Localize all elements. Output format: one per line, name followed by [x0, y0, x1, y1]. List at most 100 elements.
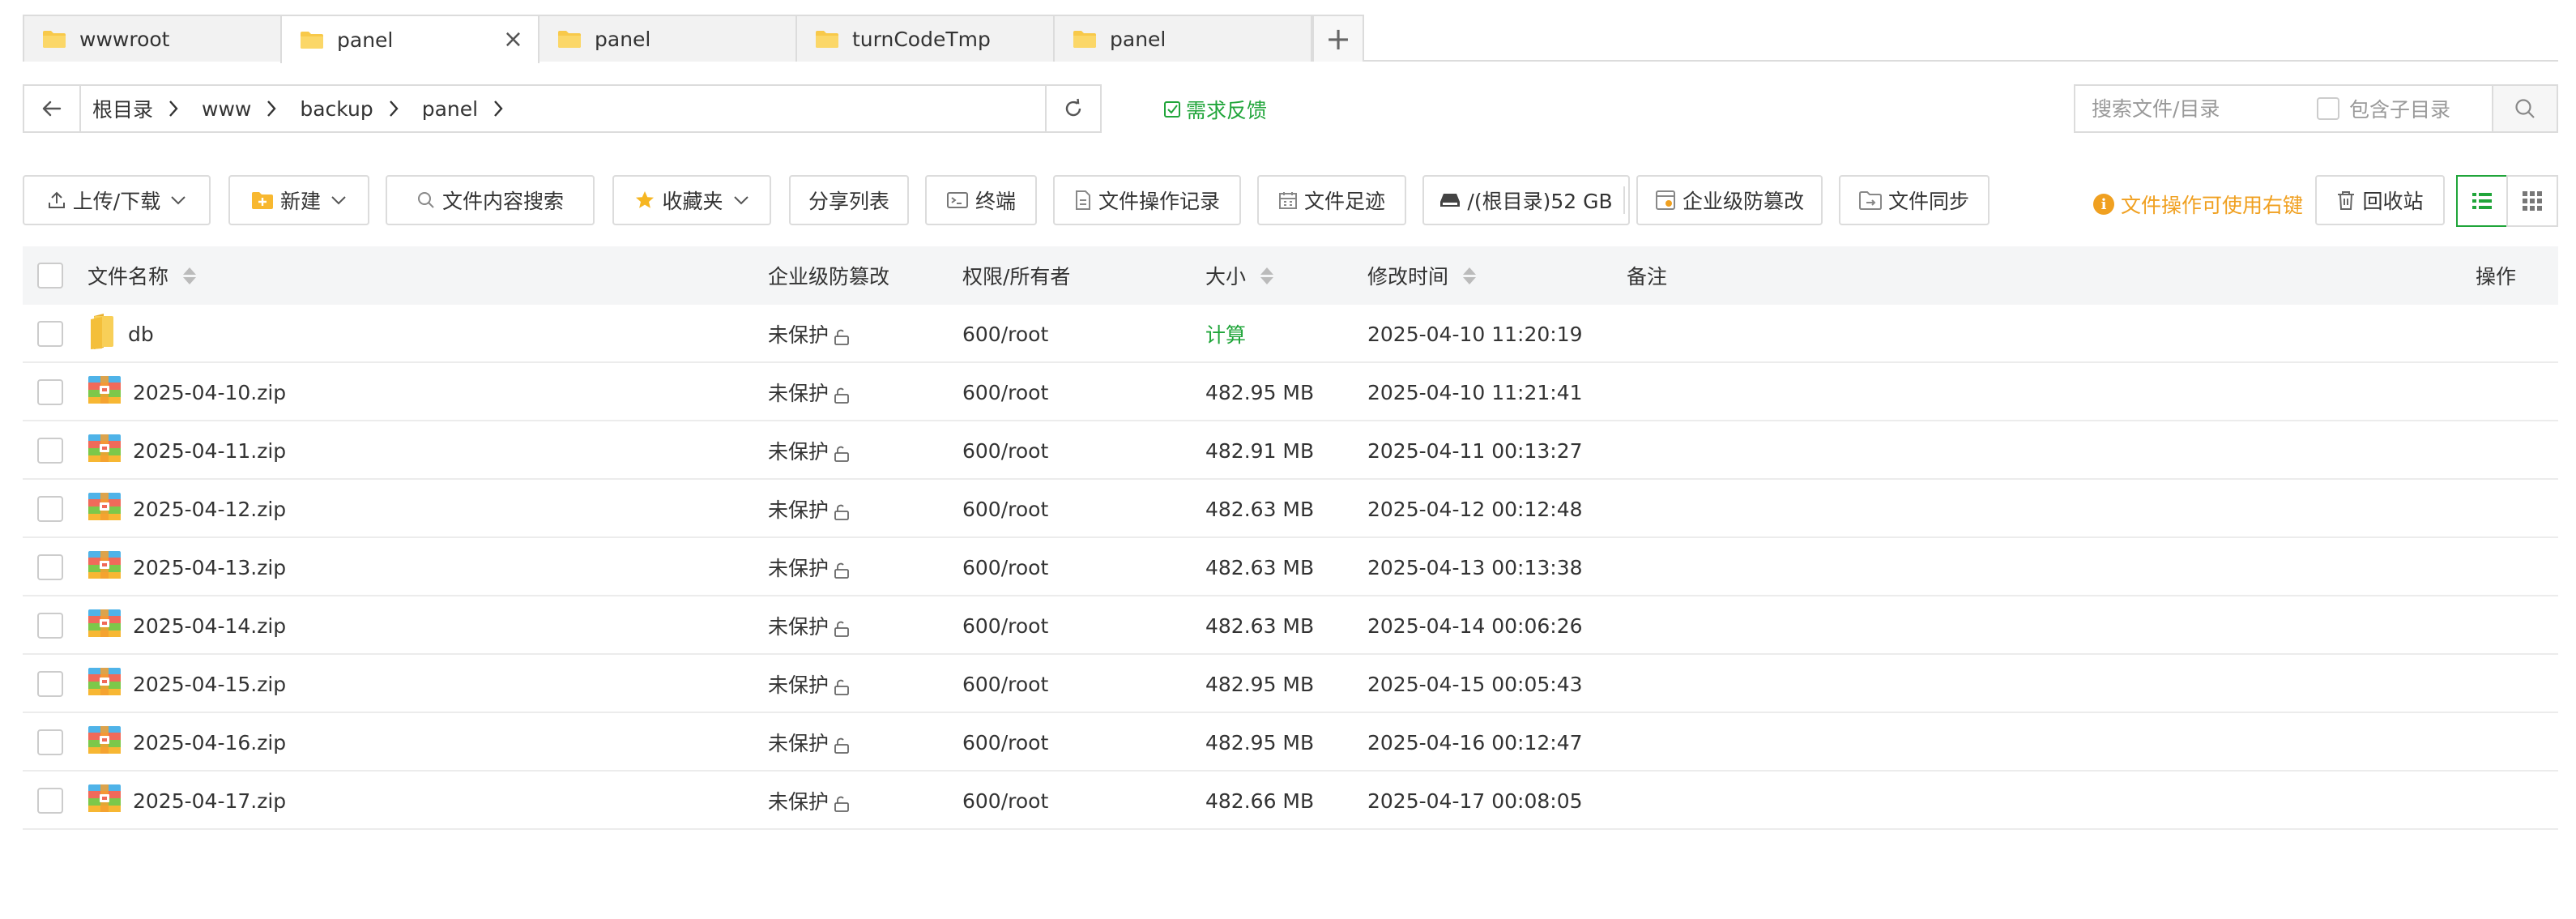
table-row[interactable]: 2025-04-13.zip 未保护 600/root 482.63 MB 20… — [23, 538, 2558, 596]
permission-cell[interactable]: 600/root — [962, 421, 1048, 480]
tamper-status-cell[interactable]: 未保护 — [768, 655, 850, 713]
permission-cell[interactable]: 600/root — [962, 538, 1048, 596]
breadcrumb-item-root[interactable]: 根目录 — [92, 94, 153, 123]
file-name[interactable]: db — [128, 323, 154, 346]
disk-button[interactable]: /(根目录)52 GB — [1422, 175, 1630, 225]
checkbox[interactable] — [37, 788, 63, 814]
new-button[interactable]: 新建 — [228, 175, 369, 225]
file-name-cell[interactable]: 2025-04-14.zip — [87, 596, 286, 655]
feedback-link[interactable]: 需求反馈 — [1163, 95, 1267, 124]
include-subdir-checkbox[interactable]: 包含子目录 — [2317, 94, 2450, 123]
file-name[interactable]: 2025-04-12.zip — [133, 498, 286, 521]
table-row[interactable]: 2025-04-12.zip 未保护 600/root 482.63 MB 20… — [23, 480, 2558, 538]
tamper-status-cell[interactable]: 未保护 — [768, 421, 850, 480]
grid-view-button[interactable] — [2506, 175, 2558, 227]
close-icon[interactable]: × — [503, 28, 523, 52]
permission[interactable]: 600/root — [962, 498, 1048, 521]
back-button[interactable] — [24, 86, 81, 131]
file-name[interactable]: 2025-04-10.zip — [133, 381, 286, 404]
row-checkbox[interactable] — [37, 713, 63, 772]
table-row[interactable]: 2025-04-10.zip 未保护 600/root 482.95 MB 20… — [23, 363, 2558, 421]
table-row[interactable]: 2025-04-15.zip 未保护 600/root 482.95 MB 20… — [23, 655, 2558, 713]
tamper-status[interactable]: 未保护 — [768, 611, 829, 640]
permission[interactable]: 600/root — [962, 381, 1048, 404]
unlock-icon[interactable] — [832, 328, 850, 346]
tamper-status-cell[interactable]: 未保护 — [768, 305, 850, 363]
row-checkbox[interactable] — [37, 596, 63, 655]
checkbox[interactable] — [37, 379, 63, 405]
checkbox[interactable] — [37, 321, 63, 347]
tamper-status-cell[interactable]: 未保护 — [768, 538, 850, 596]
tamper-status[interactable]: 未保护 — [768, 494, 829, 524]
permission[interactable]: 600/root — [962, 556, 1048, 579]
tab-panel[interactable]: panel — [538, 15, 797, 62]
file-name[interactable]: 2025-04-14.zip — [133, 614, 286, 638]
checkbox[interactable] — [37, 729, 63, 755]
sort-icon[interactable] — [183, 267, 197, 284]
share-list-button[interactable]: 分享列表 — [789, 175, 909, 225]
permission-cell[interactable]: 600/root — [962, 772, 1048, 830]
row-checkbox[interactable] — [37, 421, 63, 480]
tamper-status-cell[interactable]: 未保护 — [768, 363, 850, 421]
row-checkbox[interactable] — [37, 538, 63, 596]
header-size[interactable]: 大小 — [1205, 246, 1274, 305]
row-checkbox[interactable] — [37, 305, 63, 363]
unlock-icon[interactable] — [832, 620, 850, 638]
list-view-button[interactable] — [2456, 175, 2508, 227]
permission[interactable]: 600/root — [962, 673, 1048, 696]
file-name-cell[interactable]: db — [87, 305, 154, 363]
permission-cell[interactable]: 600/root — [962, 596, 1048, 655]
checkbox[interactable] — [2317, 97, 2339, 120]
tamper-status-cell[interactable]: 未保护 — [768, 713, 850, 772]
table-row[interactable]: 2025-04-11.zip 未保护 600/root 482.91 MB 20… — [23, 421, 2558, 480]
breadcrumb-item-www[interactable]: www — [202, 97, 251, 121]
tab-wwwroot[interactable]: wwwroot — [23, 15, 282, 62]
tab-turncodetmp[interactable]: turnCodeTmp — [795, 15, 1055, 62]
permission[interactable]: 600/root — [962, 731, 1048, 754]
refresh-button[interactable] — [1045, 86, 1100, 131]
tamper-status-cell[interactable]: 未保护 — [768, 480, 850, 538]
tamper-status[interactable]: 未保护 — [768, 436, 829, 465]
tamper-status[interactable]: 未保护 — [768, 786, 829, 815]
tab-panel-2[interactable]: panel — [1053, 15, 1312, 62]
unlock-icon[interactable] — [832, 562, 850, 579]
table-row[interactable]: 2025-04-14.zip 未保护 600/root 482.63 MB 20… — [23, 596, 2558, 655]
tamper-status[interactable]: 未保护 — [768, 728, 829, 757]
file-name[interactable]: 2025-04-15.zip — [133, 673, 286, 696]
tamper-proof-button[interactable]: 企业级防篡改 — [1636, 175, 1823, 225]
row-checkbox[interactable] — [37, 363, 63, 421]
search-button[interactable] — [2492, 86, 2557, 131]
permission-cell[interactable]: 600/root — [962, 480, 1048, 538]
file-name-cell[interactable]: 2025-04-10.zip — [87, 363, 286, 421]
permission-cell[interactable]: 600/root — [962, 305, 1048, 363]
file-name-cell[interactable]: 2025-04-17.zip — [87, 772, 286, 830]
tamper-status[interactable]: 未保护 — [768, 378, 829, 407]
row-checkbox[interactable] — [37, 655, 63, 713]
checkbox[interactable] — [37, 263, 63, 289]
permission-cell[interactable]: 600/root — [962, 363, 1048, 421]
content-search-button[interactable]: 文件内容搜索 — [386, 175, 595, 225]
header-name[interactable]: 文件名称 — [87, 246, 197, 305]
checkbox[interactable] — [37, 671, 63, 697]
file-name[interactable]: 2025-04-16.zip — [133, 731, 286, 754]
row-checkbox[interactable] — [37, 772, 63, 830]
header-mtime[interactable]: 修改时间 — [1367, 246, 1477, 305]
add-tab-button[interactable]: + — [1312, 15, 1364, 62]
file-name-cell[interactable]: 2025-04-11.zip — [87, 421, 286, 480]
checkbox[interactable] — [37, 438, 63, 464]
sort-icon[interactable] — [1463, 267, 1477, 284]
permission[interactable]: 600/root — [962, 439, 1048, 463]
table-row[interactable]: db 未保护 600/root 计算 2025-04-10 11:20:19 — [23, 305, 2558, 363]
permission-cell[interactable]: 600/root — [962, 655, 1048, 713]
search-input[interactable] — [2075, 88, 2310, 130]
permission[interactable]: 600/root — [962, 323, 1048, 346]
file-name-cell[interactable]: 2025-04-13.zip — [87, 538, 286, 596]
permission-cell[interactable]: 600/root — [962, 713, 1048, 772]
unlock-icon[interactable] — [832, 387, 850, 404]
tamper-status-cell[interactable]: 未保护 — [768, 772, 850, 830]
calculate-size-link[interactable]: 计算 — [1205, 319, 1246, 348]
select-all-checkbox[interactable] — [37, 246, 63, 305]
tamper-status[interactable]: 未保护 — [768, 553, 829, 582]
file-name[interactable]: 2025-04-13.zip — [133, 556, 286, 579]
chevron-right-icon[interactable] — [493, 99, 504, 118]
